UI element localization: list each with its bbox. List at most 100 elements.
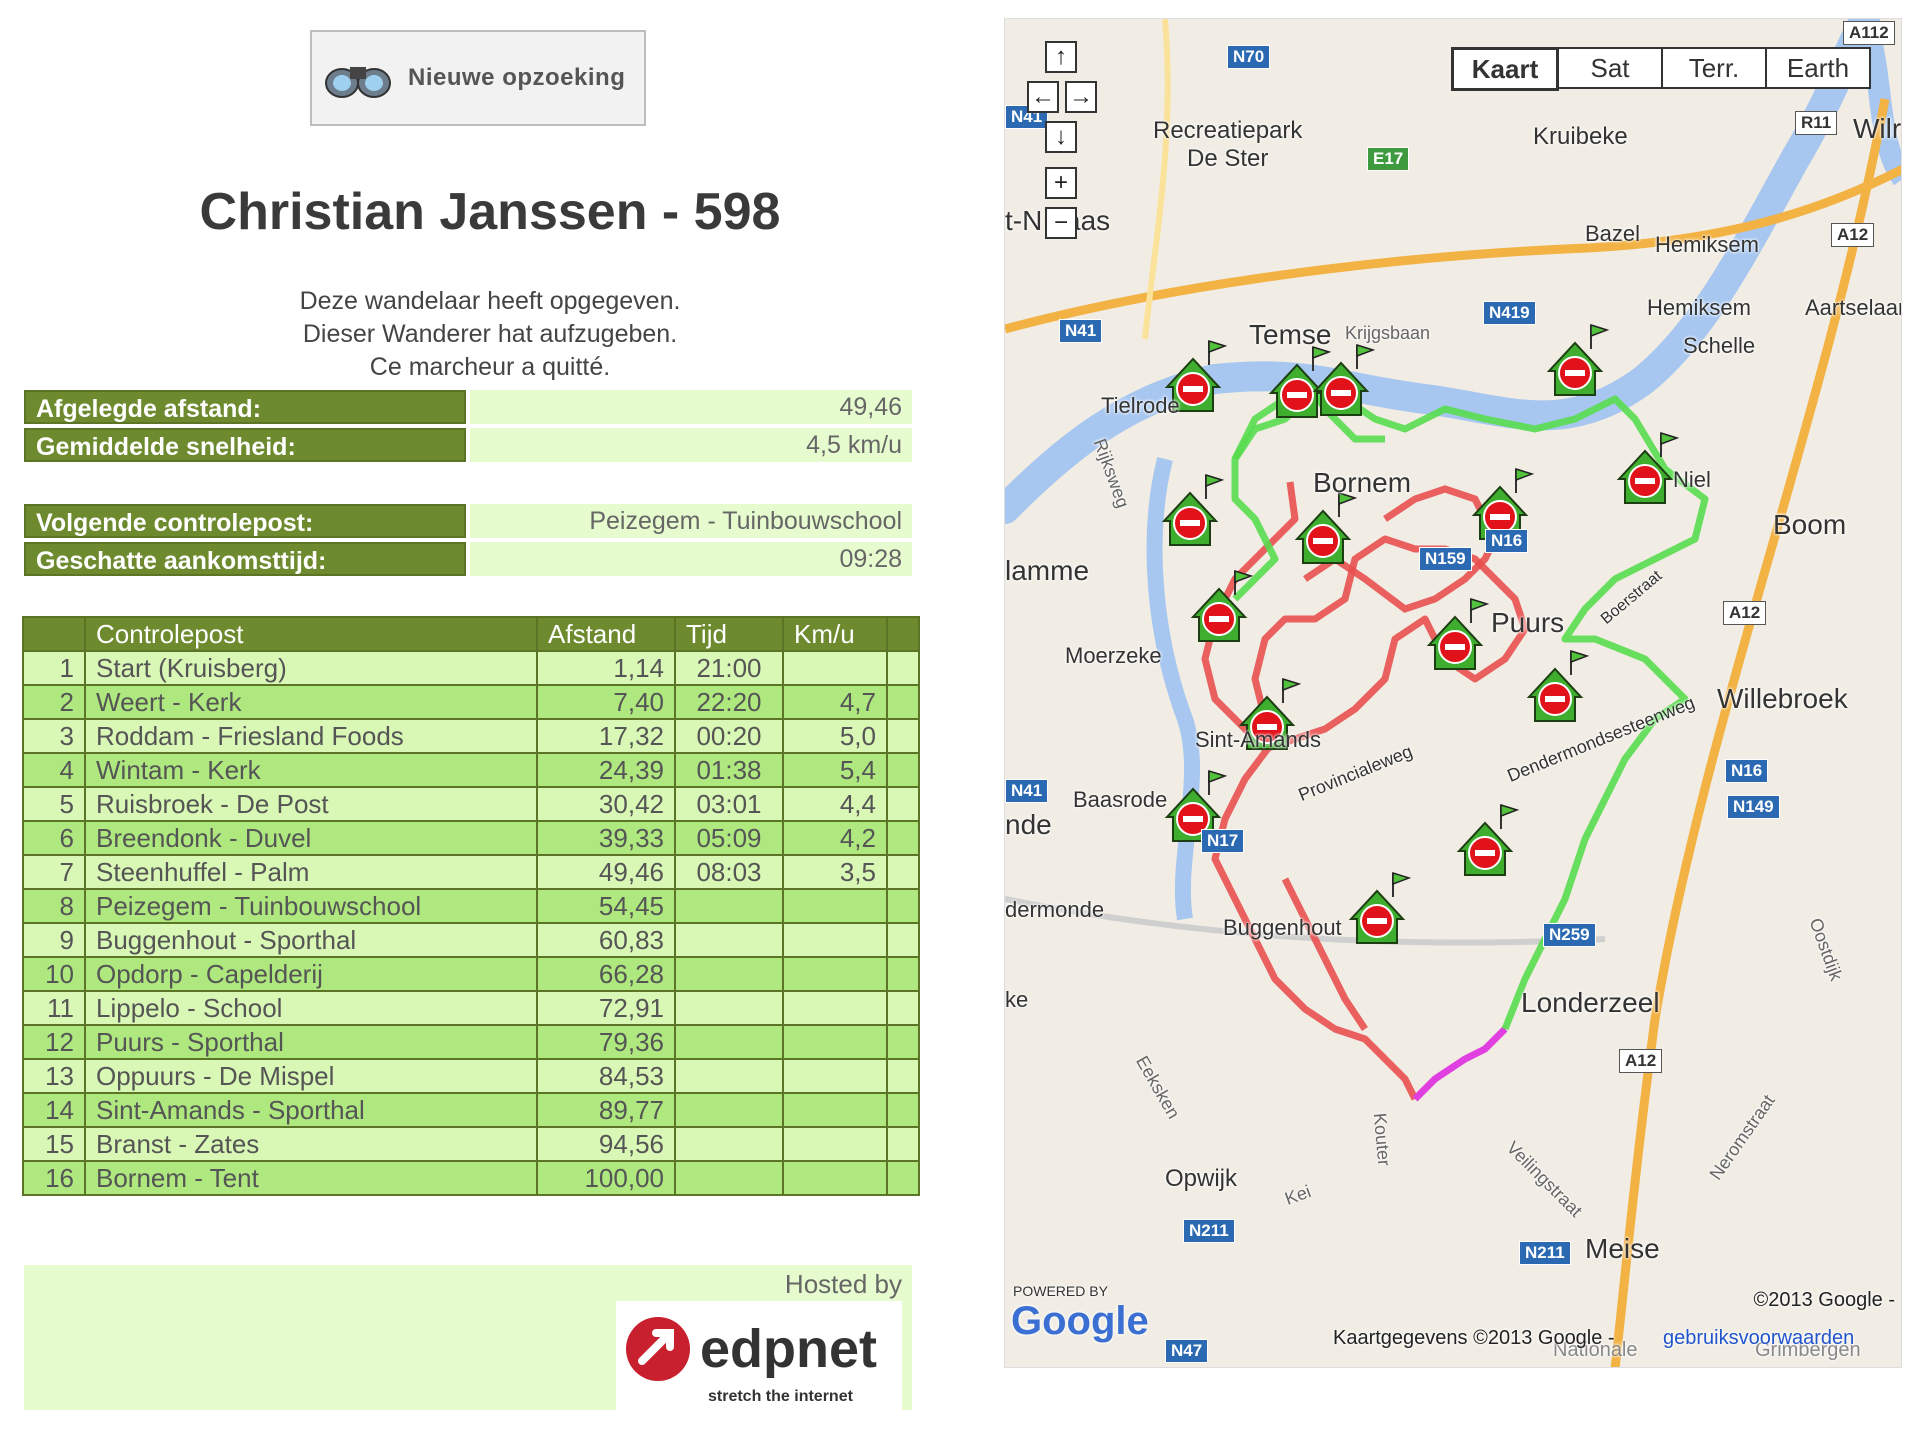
row-extra — [886, 1160, 920, 1196]
speed-value: 4,5 km/u — [470, 428, 912, 462]
table-header-row: Controlepost Afstand Tijd Km/u — [22, 616, 920, 652]
new-search-button[interactable]: Nieuwe opzoeking — [310, 30, 646, 126]
walker-title: Christian Janssen - 598 — [199, 183, 781, 241]
row-distance: 94,56 — [536, 1126, 676, 1162]
row-speed — [782, 650, 888, 686]
row-checkpoint: Branst - Zates — [84, 1126, 538, 1162]
table-row: 16 Bornem - Tent 100,00 — [22, 1160, 920, 1196]
message-de: Dieser Wanderer hat aufzugeben. — [302, 320, 678, 348]
row-extra — [886, 1126, 920, 1162]
row-speed — [782, 990, 888, 1026]
row-speed — [782, 1126, 888, 1162]
edpnet-logo[interactable]: edpnet stretch the internet — [616, 1301, 902, 1410]
row-speed — [782, 1058, 888, 1094]
table-row: 6 Breendonk - Duvel 39,33 05:09 4,2 — [22, 820, 920, 856]
row-index: 1 — [22, 650, 86, 686]
row-speed — [782, 1024, 888, 1060]
checkpoint-marker[interactable] — [1190, 569, 1254, 642]
row-index: 9 — [22, 922, 86, 958]
speed-label: Gemiddelde snelheid: — [24, 428, 466, 462]
row-speed — [782, 1092, 888, 1128]
pan-up-button[interactable]: ↑ — [1045, 41, 1077, 73]
message-nl: Deze wandelaar heeft opgegeven. — [299, 287, 681, 315]
map-type-kaart[interactable]: Kaart — [1451, 47, 1559, 91]
row-checkpoint: Roddam - Friesland Foods — [84, 718, 538, 754]
row-checkpoint: Opdorp - Capelderij — [84, 956, 538, 992]
row-checkpoint: Start (Kruisberg) — [84, 650, 538, 686]
table-row: 2 Weert - Kerk 7,40 22:20 4,7 — [22, 684, 920, 720]
row-distance: 24,39 — [536, 752, 676, 788]
message-fr: Ce marcheur a quitté. — [369, 353, 611, 381]
map-type-selector: Kaart Sat Terr. Earth — [1451, 47, 1871, 91]
row-distance: 39,33 — [536, 820, 676, 856]
row-time: 05:09 — [674, 820, 784, 856]
table-row: 4 Wintam - Kerk 24,39 01:38 5,4 — [22, 752, 920, 788]
row-distance: 60,83 — [536, 922, 676, 958]
row-speed: 5,0 — [782, 718, 888, 754]
map-copyright: ©2013 Google - — [1753, 1289, 1896, 1311]
row-time: 22:20 — [674, 684, 784, 720]
google-logo: Google — [1011, 1299, 1149, 1343]
checkpoint-marker[interactable] — [1161, 473, 1225, 546]
checkpoint-marker[interactable] — [1294, 491, 1358, 564]
pan-down-button[interactable]: ↓ — [1045, 121, 1077, 153]
row-time — [674, 1160, 784, 1196]
table-row: 7 Steenhuffel - Palm 49,46 08:03 3,5 — [22, 854, 920, 890]
row-checkpoint: Oppuurs - De Mispel — [84, 1058, 538, 1094]
distance-value: 49,46 — [470, 390, 912, 424]
row-distance: 100,00 — [536, 1160, 676, 1196]
svg-text:edpnet: edpnet — [700, 1319, 877, 1379]
table-row: 15 Branst - Zates 94,56 — [22, 1126, 920, 1162]
map-type-earth[interactable]: Earth — [1765, 47, 1871, 89]
col-speed: Km/u — [782, 616, 888, 652]
row-extra — [886, 1092, 920, 1128]
row-extra — [886, 1058, 920, 1094]
row-speed: 5,4 — [782, 752, 888, 788]
row-time — [674, 956, 784, 992]
pan-left-button[interactable]: ← — [1027, 81, 1059, 113]
hosted-box: Hosted by edpnet stretch the internet — [24, 1265, 912, 1410]
row-distance: 7,40 — [536, 684, 676, 720]
checkpoint-marker[interactable] — [1526, 649, 1590, 722]
route-map[interactable]: Recreatiepark De Ster Kruibeke Bazel Hem… — [1004, 18, 1902, 1368]
table-row: 3 Roddam - Friesland Foods 17,32 00:20 5,0 — [22, 718, 920, 754]
row-index: 4 — [22, 752, 86, 788]
row-time: 21:00 — [674, 650, 784, 686]
row-speed — [782, 922, 888, 958]
map-type-sat[interactable]: Sat — [1557, 47, 1663, 89]
row-speed — [782, 888, 888, 924]
row-checkpoint: Ruisbroek - De Post — [84, 786, 538, 822]
row-speed: 4,7 — [782, 684, 888, 720]
distance-label: Afgelegde afstand: — [24, 390, 466, 424]
checkpoint-marker[interactable] — [1546, 323, 1610, 396]
row-distance: 79,36 — [536, 1024, 676, 1060]
row-extra — [886, 650, 920, 686]
row-checkpoint: Breendonk - Duvel — [84, 820, 538, 856]
row-checkpoint: Sint-Amands - Sporthal — [84, 1092, 538, 1128]
table-row: 12 Puurs - Sporthal 79,36 — [22, 1024, 920, 1060]
row-index: 13 — [22, 1058, 86, 1094]
table-row: 8 Peizegem - Tuinbouwschool 54,45 — [22, 888, 920, 924]
zoom-out-button[interactable]: − — [1045, 207, 1077, 239]
row-extra — [886, 956, 920, 992]
row-speed — [782, 1160, 888, 1196]
row-time: 08:03 — [674, 854, 784, 890]
checkpoint-marker[interactable] — [1456, 803, 1520, 876]
row-time: 01:38 — [674, 752, 784, 788]
pan-right-button[interactable]: → — [1065, 81, 1097, 113]
row-time — [674, 990, 784, 1026]
checkpoint-marker[interactable] — [1348, 871, 1412, 944]
zoom-in-button[interactable]: + — [1045, 167, 1077, 199]
eta-label: Geschatte aankomsttijd: — [24, 542, 466, 576]
row-time — [674, 922, 784, 958]
row-distance: 30,42 — [536, 786, 676, 822]
row-extra — [886, 990, 920, 1026]
checkpoint-marker[interactable] — [1426, 597, 1490, 670]
row-extra — [886, 888, 920, 924]
row-extra — [886, 684, 920, 720]
row-index: 3 — [22, 718, 86, 754]
row-index: 6 — [22, 820, 86, 856]
terms-link[interactable]: gebruiksvoorwaarden — [1663, 1327, 1854, 1350]
map-type-terrain[interactable]: Terr. — [1661, 47, 1767, 89]
row-extra — [886, 786, 920, 822]
